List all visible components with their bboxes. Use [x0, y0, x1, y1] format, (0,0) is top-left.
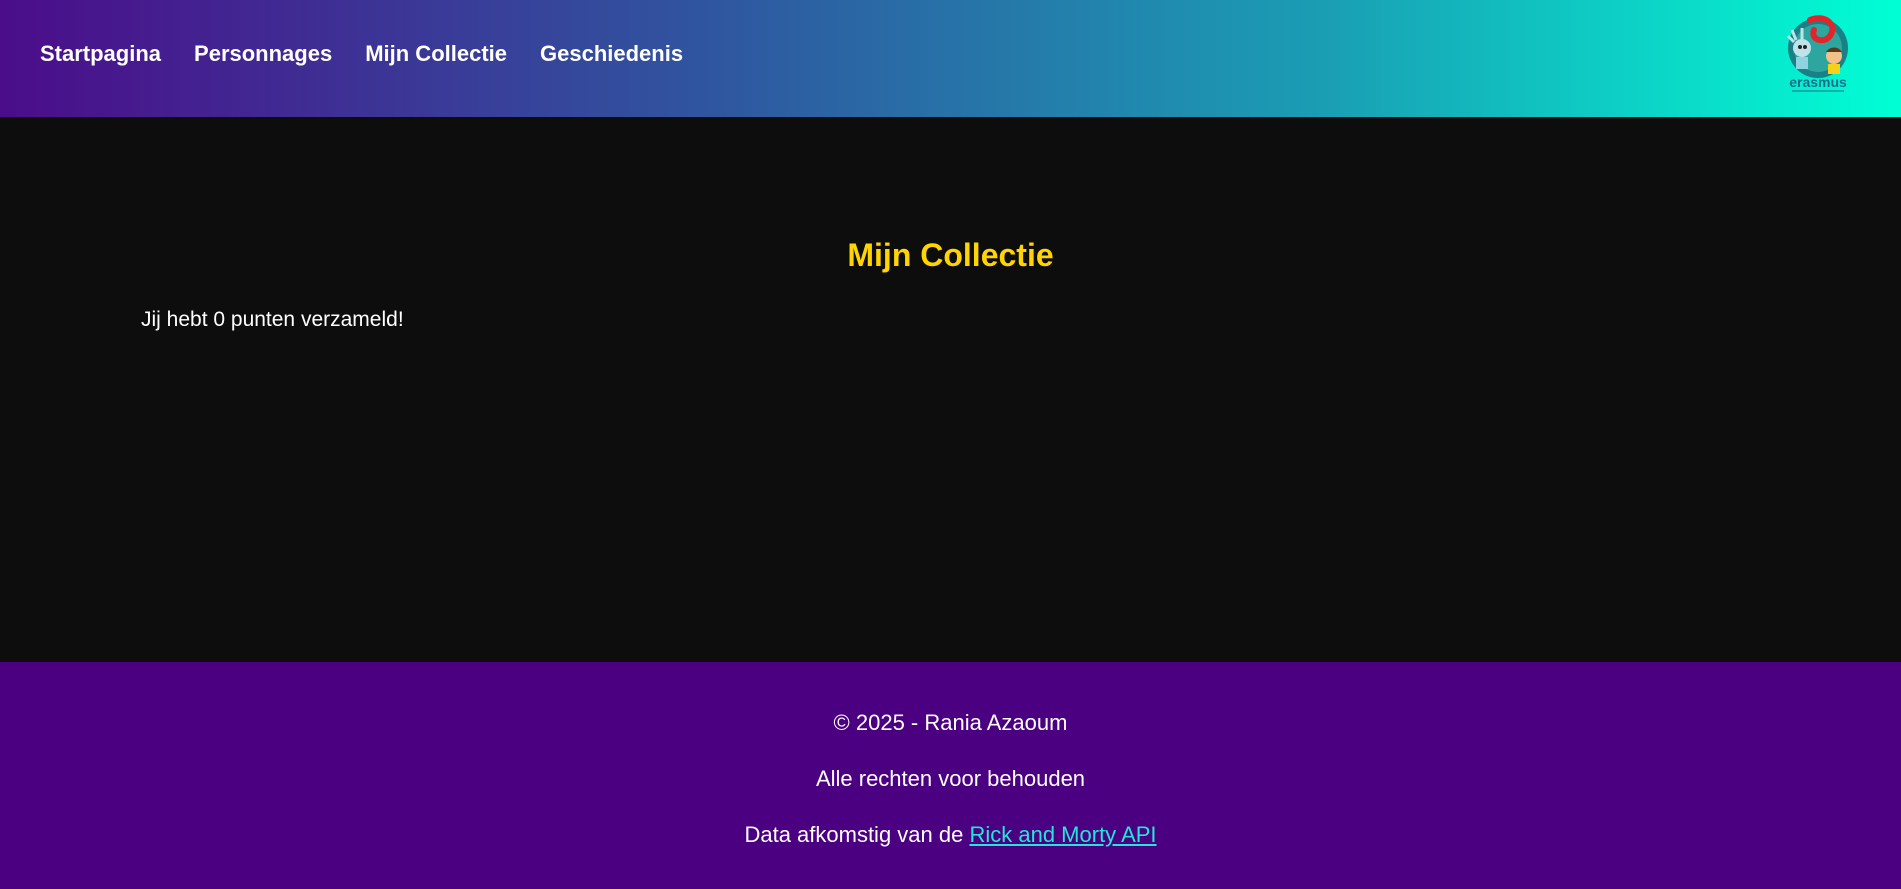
- footer-source-prefix: Data afkomstig van de: [744, 822, 970, 847]
- erasmus-logo[interactable]: erasmus: [1780, 14, 1856, 94]
- logo-icon: erasmus: [1786, 15, 1848, 92]
- footer-rights: Alle rechten voor behouden: [815, 766, 1086, 791]
- footer-source: Data afkomstig van de Rick and Morty API: [0, 822, 1901, 848]
- nav-link-personnages[interactable]: Personnages: [194, 41, 332, 67]
- site-footer: © 2025 - Rania Azaoum Alle rechten voor …: [0, 662, 1901, 889]
- site-header: Startpagina Personnages Mijn Collectie G…: [0, 0, 1901, 117]
- nav-link-geschiedenis[interactable]: Geschiedenis: [540, 41, 683, 67]
- nav-link-mijn-collectie[interactable]: Mijn Collectie: [365, 41, 507, 67]
- main-nav: Startpagina Personnages Mijn Collectie G…: [40, 0, 683, 108]
- main-content: Mijn Collectie Jij hebt 0 punten verzame…: [0, 117, 1901, 662]
- page-title: Mijn Collectie: [847, 237, 1054, 273]
- logo-text: erasmus: [1789, 74, 1847, 90]
- rick-and-morty-api-link[interactable]: Rick and Morty API: [969, 822, 1156, 847]
- footer-copyright: © 2025 - Rania Azaoum: [833, 710, 1068, 735]
- points-message: Jij hebt 0 punten verzameld!: [141, 308, 404, 331]
- nav-link-startpagina[interactable]: Startpagina: [40, 41, 161, 67]
